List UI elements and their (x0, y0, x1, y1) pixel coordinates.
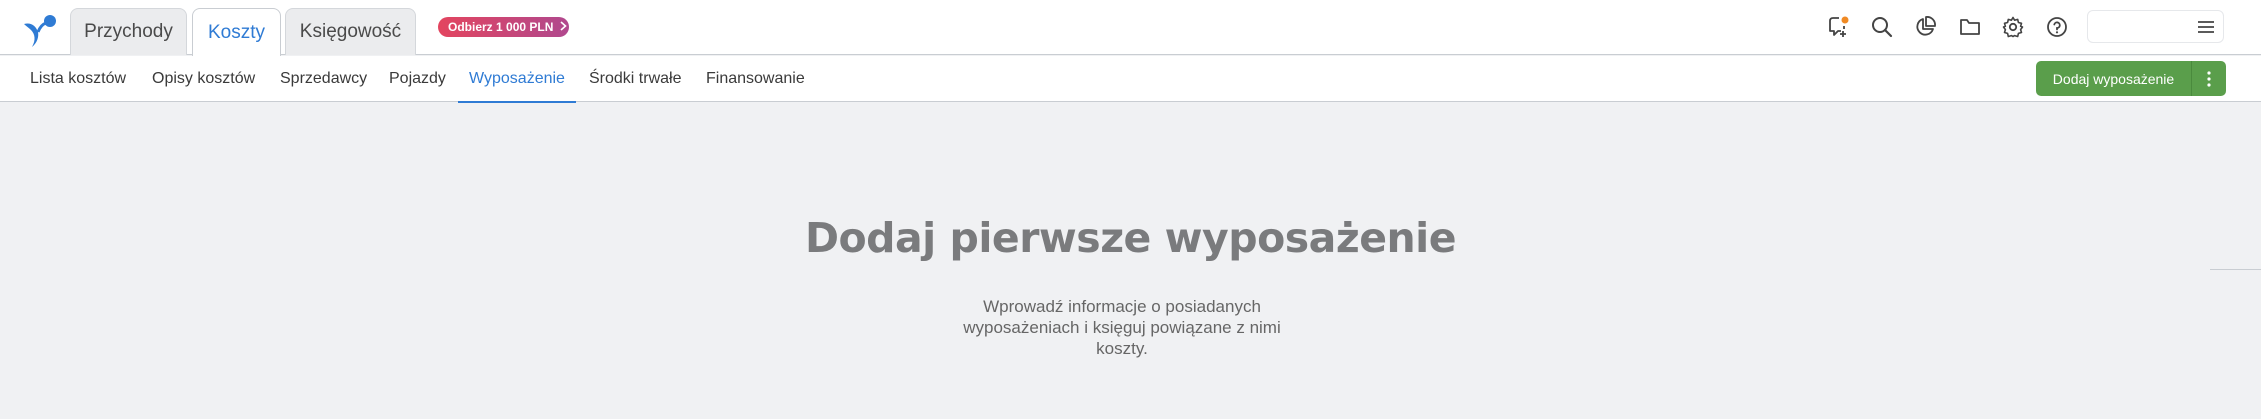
tab-ksiegowosc[interactable]: Księgowość (285, 8, 416, 55)
tab-label: Księgowość (299, 21, 402, 42)
subnav-label: Finansowanie (706, 70, 805, 87)
reports-icon[interactable] (1910, 12, 1940, 42)
user-menu[interactable] (2087, 10, 2224, 43)
subnav-item-finansowanie[interactable]: Finansowanie (706, 56, 805, 102)
tab-label: Koszty (207, 21, 266, 43)
subnav-label: Lista kosztów (30, 70, 127, 87)
tab-przychody[interactable]: Przychody (70, 8, 187, 55)
folder-icon[interactable] (1955, 12, 1985, 42)
search-icon[interactable] (1867, 12, 1897, 42)
subnav-label: Sprzedawcy (280, 70, 368, 87)
notifications-icon[interactable] (1823, 12, 1853, 42)
divider (2210, 269, 2261, 270)
settings-icon[interactable] (1998, 12, 2028, 42)
empty-state-title: Dodaj pierwsze wyposażenie (804, 214, 1457, 262)
subnav-item-lista-kosztow[interactable]: Lista kosztów (30, 56, 126, 102)
promo-badge[interactable]: Odbierz 1 000 PLN (438, 17, 569, 37)
subnav-item-wyposazenie[interactable]: Wyposażenie (458, 56, 576, 103)
sub-navigation: Lista kosztów Opisy kosztów Sprzedawcy P… (0, 56, 2261, 103)
more-options-icon[interactable] (2191, 61, 2226, 96)
subnav-label: Pojazdy (389, 70, 446, 87)
tab-label: Przychody (84, 21, 173, 42)
add-equipment-button[interactable]: Dodaj wyposażenie (2036, 61, 2191, 96)
subnav-item-sprzedawcy[interactable]: Sprzedawcy (280, 56, 367, 102)
top-bar: Przychody Koszty Księgowość Odbierz 1 00… (0, 0, 2261, 56)
tab-koszty[interactable]: Koszty (192, 8, 281, 56)
subnav-label: Środki trwałe (589, 70, 682, 87)
subnav-label: Wyposażenie (469, 70, 565, 87)
subnav-item-opisy-kosztow[interactable]: Opisy kosztów (152, 56, 255, 102)
add-equipment-button-group: Dodaj wyposażenie (2036, 61, 2226, 96)
empty-state-description: Wprowadź informacje o posiadanych wyposa… (963, 297, 1281, 358)
app-logo-icon[interactable] (21, 10, 61, 50)
subnav-item-pojazdy[interactable]: Pojazdy (389, 56, 446, 102)
promo-label: Odbierz 1 000 PLN (448, 20, 554, 34)
help-icon[interactable] (2042, 12, 2072, 42)
hamburger-menu-icon[interactable] (2197, 19, 2215, 35)
subnav-label: Opisy kosztów (152, 70, 256, 87)
subnav-item-srodki-trwale[interactable]: Środki trwałe (589, 56, 681, 102)
chevron-right-icon (560, 20, 568, 34)
